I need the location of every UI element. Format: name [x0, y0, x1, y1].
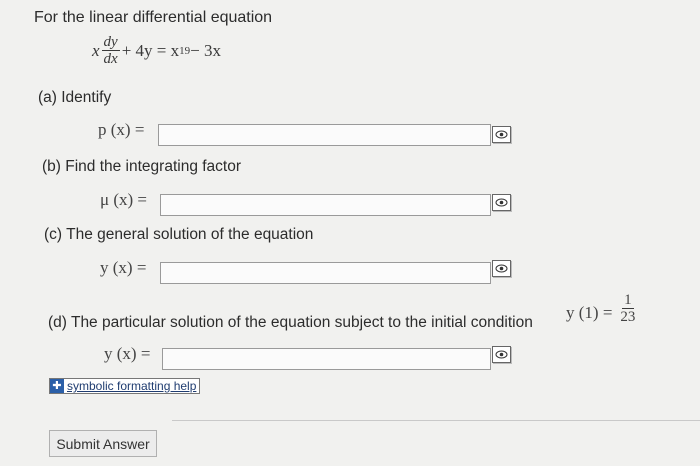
part-a-label: (a) Identify: [38, 89, 112, 106]
mu-preview-button[interactable]: [492, 194, 511, 211]
problem-intro: For the linear differential equation: [34, 9, 273, 26]
ic-fraction: 1 23: [618, 292, 637, 325]
p-answer-input[interactable]: [158, 124, 491, 146]
part-c-math-label: y (x) =: [100, 258, 147, 277]
initial-condition: y (1) = 1 23: [566, 292, 639, 325]
eye-icon: [495, 198, 508, 207]
general-solution-input[interactable]: [160, 262, 491, 284]
eq-denominator: dx: [103, 51, 118, 67]
p-preview-button[interactable]: [492, 126, 511, 143]
help-icon: ✚: [50, 379, 64, 393]
part-d-label: (d) The particular solution of the equat…: [48, 314, 533, 331]
eye-icon: [495, 350, 508, 359]
part-b-label: (b) Find the integrating factor: [42, 158, 242, 175]
symbolic-formatting-help-link[interactable]: ✚ symbolic formatting help: [49, 378, 201, 394]
particular-solution-input[interactable]: [162, 348, 491, 370]
help-link-text: symbolic formatting help: [67, 379, 197, 393]
ic-numerator: 1: [622, 292, 634, 309]
ic-lhs: y (1) =: [566, 302, 613, 322]
eq-exponent: 19: [179, 44, 191, 57]
general-preview-button[interactable]: [492, 260, 511, 277]
part-a-math-label: p (x) =: [98, 120, 145, 139]
eq-derivative-fraction: dy dx: [101, 34, 120, 67]
mu-answer-input[interactable]: [160, 194, 491, 216]
eye-icon: [495, 130, 508, 139]
divider: [172, 420, 700, 421]
particular-preview-button[interactable]: [492, 346, 511, 363]
differential-equation: x dy dx + 4y = x 19 − 3x: [92, 34, 221, 67]
part-d-math-label: y (x) =: [104, 344, 151, 363]
eq-term2: + 4y = x: [121, 40, 180, 60]
ic-denominator: 23: [620, 309, 636, 325]
eye-icon: [495, 264, 508, 273]
part-c-label: (c) The general solution of the equation: [44, 226, 314, 243]
eq-lhs-prefix: x: [92, 40, 100, 60]
part-b-math-label: μ (x) =: [100, 190, 148, 209]
eq-numerator: dy: [101, 34, 120, 51]
eq-tail: − 3x: [190, 40, 221, 60]
submit-answer-button[interactable]: Submit Answer: [49, 430, 157, 457]
